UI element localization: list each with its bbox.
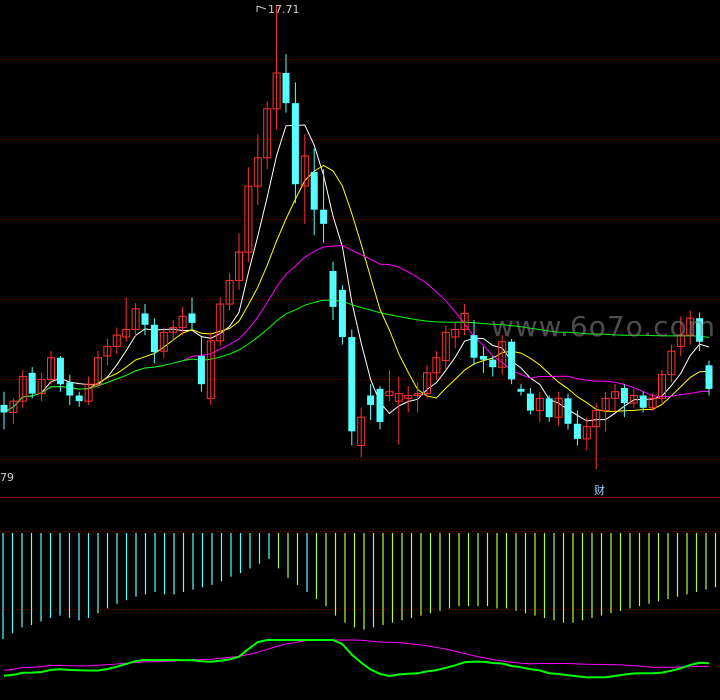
candle-body-down	[188, 313, 196, 323]
candle-body-down	[639, 395, 647, 408]
candle-body-down	[329, 271, 337, 307]
indicator-histogram	[2, 533, 717, 640]
candle-body-down	[479, 355, 487, 360]
candle-body-down	[367, 395, 375, 405]
candle-body-down	[545, 398, 553, 418]
candle-body-down	[705, 365, 713, 389]
ma-line-ma10	[3, 164, 710, 413]
candle-body-down	[0, 404, 8, 413]
candle-body-down	[66, 382, 74, 396]
candle-body-down	[338, 289, 346, 338]
indicator-line-1	[3, 639, 710, 679]
candle-body-down	[310, 171, 318, 210]
candle-body-down	[526, 393, 534, 411]
candle-body-down	[56, 357, 64, 385]
candle-body-down	[620, 387, 628, 404]
candle-body-down	[470, 335, 478, 358]
candle-body-down	[508, 341, 516, 380]
indicator-lines	[3, 639, 710, 679]
candle-body-down	[564, 398, 572, 424]
candle-body-down	[141, 313, 149, 325]
candle-body-down	[75, 395, 83, 402]
high-marker: 17.71	[256, 3, 300, 16]
event-badge[interactable]: 财	[594, 482, 605, 498]
candle-body-down	[489, 359, 497, 368]
watermark: www.6o7o.com	[490, 310, 716, 343]
candle-body-down	[28, 372, 36, 394]
moving-average-lines	[3, 124, 710, 422]
candle-body-down	[348, 337, 356, 432]
candle-body-down	[197, 355, 205, 385]
candle-body-down	[320, 209, 328, 224]
candle-body-down	[517, 388, 525, 392]
low-price-label: 79	[0, 471, 14, 484]
high-label: 17.71	[268, 3, 300, 16]
candle-body-down	[291, 103, 299, 185]
candle-body-down	[150, 324, 158, 353]
candle-body-down	[573, 423, 581, 439]
candle-body-down	[282, 72, 290, 104]
indicator-line-2	[3, 639, 709, 671]
candlesticks	[0, 6, 713, 470]
stock-chart: 17.71	[0, 3, 720, 679]
candle-body-down	[376, 388, 384, 422]
